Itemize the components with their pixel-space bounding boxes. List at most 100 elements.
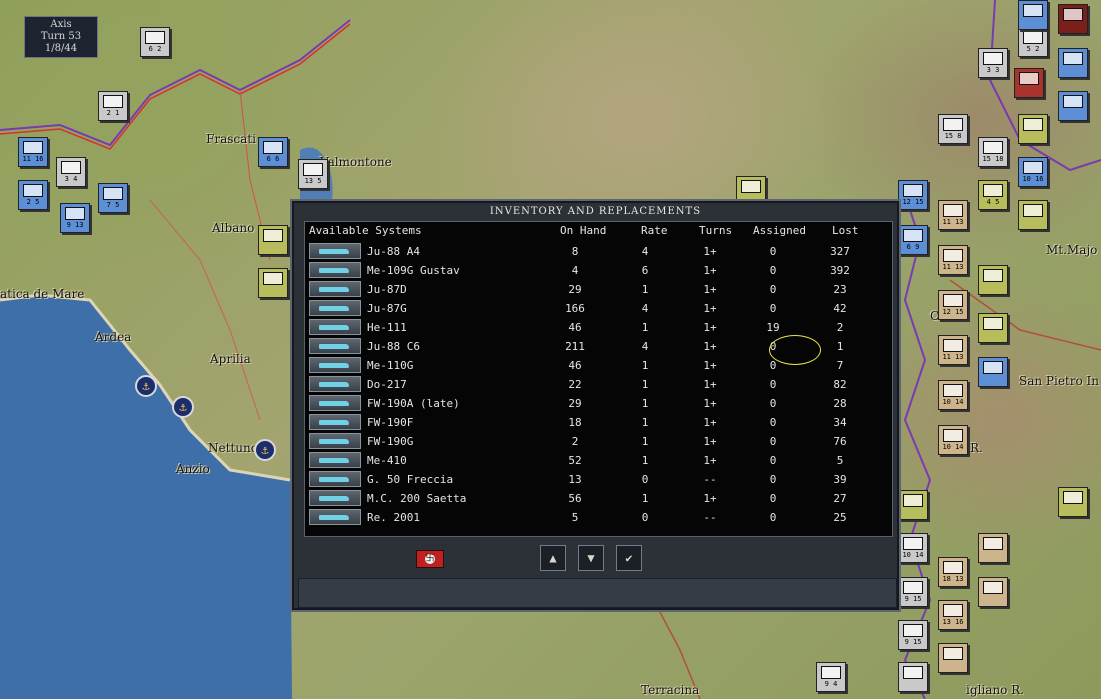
axis-unit-counter[interactable] <box>978 577 1008 607</box>
system-name: Ju-87G <box>367 302 407 315</box>
port-anchor-icon[interactable]: ⚓ <box>254 439 276 461</box>
allied-unit-counter[interactable]: 11 16 <box>18 137 48 167</box>
aircraft-type-icon[interactable] <box>309 262 361 278</box>
nation-flag-icon[interactable]: 卐 <box>416 550 444 568</box>
axis-unit-counter[interactable]: 13 16 <box>938 600 968 630</box>
allied-unit-counter[interactable]: 9 15 <box>898 577 928 607</box>
axis-unit-counter[interactable] <box>938 643 968 673</box>
allied-unit-counter[interactable]: 7 5 <box>98 183 128 213</box>
allied-unit-counter[interactable]: 10 14 <box>898 533 928 563</box>
aircraft-type-icon[interactable] <box>309 338 361 354</box>
scroll-up-button[interactable]: ▲ <box>540 545 566 571</box>
aircraft-icon <box>319 496 349 501</box>
ok-button[interactable]: ✔ <box>616 545 642 571</box>
aircraft-icon <box>319 420 349 425</box>
aircraft-type-icon[interactable] <box>309 319 361 335</box>
aircraft-icon <box>319 249 349 254</box>
axis-unit-counter[interactable] <box>978 313 1008 343</box>
allied-unit-counter[interactable]: 6 9 <box>898 225 928 255</box>
aircraft-type-icon[interactable] <box>309 300 361 316</box>
allied-hq-counter[interactable]: 9 4 <box>816 662 846 692</box>
aircraft-type-icon[interactable] <box>309 357 361 373</box>
inventory-row[interactable]: Ju-87G 166 4 1+ 0 42 <box>309 299 889 318</box>
system-name: FW-190A (late) <box>367 397 460 410</box>
allied-unit-counter[interactable]: 6 2 <box>140 27 170 57</box>
aircraft-type-icon[interactable] <box>309 243 361 259</box>
inventory-row[interactable]: Me-109G Gustav 4 6 1+ 0 392 <box>309 261 889 280</box>
axis-unit-counter[interactable]: 10 14 <box>938 380 968 410</box>
axis-unit-counter[interactable]: 12 15 <box>938 290 968 320</box>
system-name: Ju-87D <box>367 283 407 296</box>
aircraft-type-icon[interactable] <box>309 395 361 411</box>
aircraft-type-icon[interactable] <box>309 509 361 525</box>
allied-unit-counter[interactable]: 2 5 <box>18 180 48 210</box>
allied-unit-counter[interactable]: 3 4 <box>56 157 86 187</box>
cell-rate: 4 <box>641 302 649 315</box>
axis-unit-counter[interactable] <box>978 533 1008 563</box>
allied-hq-counter[interactable]: 13 5 <box>298 159 328 189</box>
header-assigned: Assigned <box>753 224 806 237</box>
cell-assigned: 0 <box>769 245 777 258</box>
aircraft-type-icon[interactable] <box>309 376 361 392</box>
inventory-row[interactable]: Re. 2001 5 0 -- 0 25 <box>309 508 889 527</box>
aircraft-type-icon[interactable] <box>309 433 361 449</box>
axis-unit-counter[interactable] <box>1018 200 1048 230</box>
port-anchor-icon[interactable]: ⚓ <box>135 375 157 397</box>
allied-unit-counter[interactable]: 6 6 <box>258 137 288 167</box>
allied-unit-counter[interactable]: 10 16 <box>1018 157 1048 187</box>
map-label-valmontone: Valmontone <box>320 155 392 169</box>
allied-unit-counter[interactable]: 15 18 <box>978 137 1008 167</box>
allied-unit-counter[interactable]: 9 13 <box>60 203 90 233</box>
aircraft-type-icon[interactable] <box>309 471 361 487</box>
allied-unit-counter[interactable]: 5 2 <box>1018 27 1048 57</box>
allied-unit-counter[interactable]: 2 1 <box>98 91 128 121</box>
aircraft-icon <box>319 344 349 349</box>
allied-hq-counter[interactable] <box>1058 91 1088 121</box>
allied-unit-counter[interactable]: 3 3 <box>978 48 1008 78</box>
axis-hq-counter[interactable] <box>978 265 1008 295</box>
axis-unit-counter[interactable]: 11 13 <box>938 245 968 275</box>
allied-unit-counter[interactable] <box>978 357 1008 387</box>
map-label-albano: Albano <box>212 221 255 235</box>
axis-unit-counter[interactable] <box>258 268 288 298</box>
assigned-highlight-ring <box>769 335 821 365</box>
inventory-row[interactable]: M.C. 200 Saetta 56 1 1+ 0 27 <box>309 489 889 508</box>
allied-hq-counter[interactable]: 15 8 <box>938 114 968 144</box>
cell-assigned: 19 <box>766 321 780 334</box>
inventory-row[interactable]: FW-190G 2 1 1+ 0 76 <box>309 432 889 451</box>
allied-unit-counter[interactable] <box>898 662 928 692</box>
aircraft-type-icon[interactable] <box>309 490 361 506</box>
aircraft-type-icon[interactable] <box>309 414 361 430</box>
map-label-nettuno: Nettuno <box>208 441 258 455</box>
allied-unit-counter[interactable] <box>1058 48 1088 78</box>
allied-unit-counter[interactable] <box>1018 0 1048 30</box>
axis-unit-counter[interactable] <box>258 225 288 255</box>
inventory-row[interactable]: Do-217 22 1 1+ 0 82 <box>309 375 889 394</box>
inventory-row[interactable]: FW-190F 18 1 1+ 0 34 <box>309 413 889 432</box>
inventory-row[interactable]: Ju-87D 29 1 1+ 0 23 <box>309 280 889 299</box>
axis-unit-counter[interactable] <box>1018 114 1048 144</box>
aircraft-type-icon[interactable] <box>309 452 361 468</box>
scroll-down-button[interactable]: ▼ <box>578 545 604 571</box>
axis-unit-counter[interactable] <box>1014 68 1044 98</box>
axis-unit-counter[interactable]: 11 13 <box>938 200 968 230</box>
allied-unit-counter[interactable]: 9 15 <box>898 620 928 650</box>
aircraft-icon <box>319 306 349 311</box>
axis-unit-counter[interactable]: 4 5 <box>978 180 1008 210</box>
axis-unit-counter[interactable]: 11 13 <box>938 335 968 365</box>
inventory-row[interactable]: Ju-88 A4 8 4 1+ 0 327 <box>309 242 889 261</box>
aircraft-type-icon[interactable] <box>309 281 361 297</box>
cell-on-hand: 166 <box>565 302 585 315</box>
port-anchor-icon[interactable]: ⚓ <box>172 396 194 418</box>
cell-on-hand: 211 <box>565 340 585 353</box>
axis-unit-counter[interactable] <box>1058 4 1088 34</box>
inventory-row[interactable]: G. 50 Freccia 13 0 -- 0 39 <box>309 470 889 489</box>
axis-unit-counter[interactable]: 18 13 <box>938 557 968 587</box>
inventory-row[interactable]: Me-410 52 1 1+ 0 5 <box>309 451 889 470</box>
allied-unit-counter[interactable]: 12 15 <box>898 180 928 210</box>
axis-unit-counter[interactable]: 10 14 <box>938 425 968 455</box>
inventory-row[interactable]: FW-190A (late) 29 1 1+ 0 28 <box>309 394 889 413</box>
axis-unit-counter[interactable] <box>898 490 928 520</box>
inventory-row[interactable]: He-111 46 1 1+ 19 2 <box>309 318 889 337</box>
axis-unit-counter[interactable] <box>1058 487 1088 517</box>
